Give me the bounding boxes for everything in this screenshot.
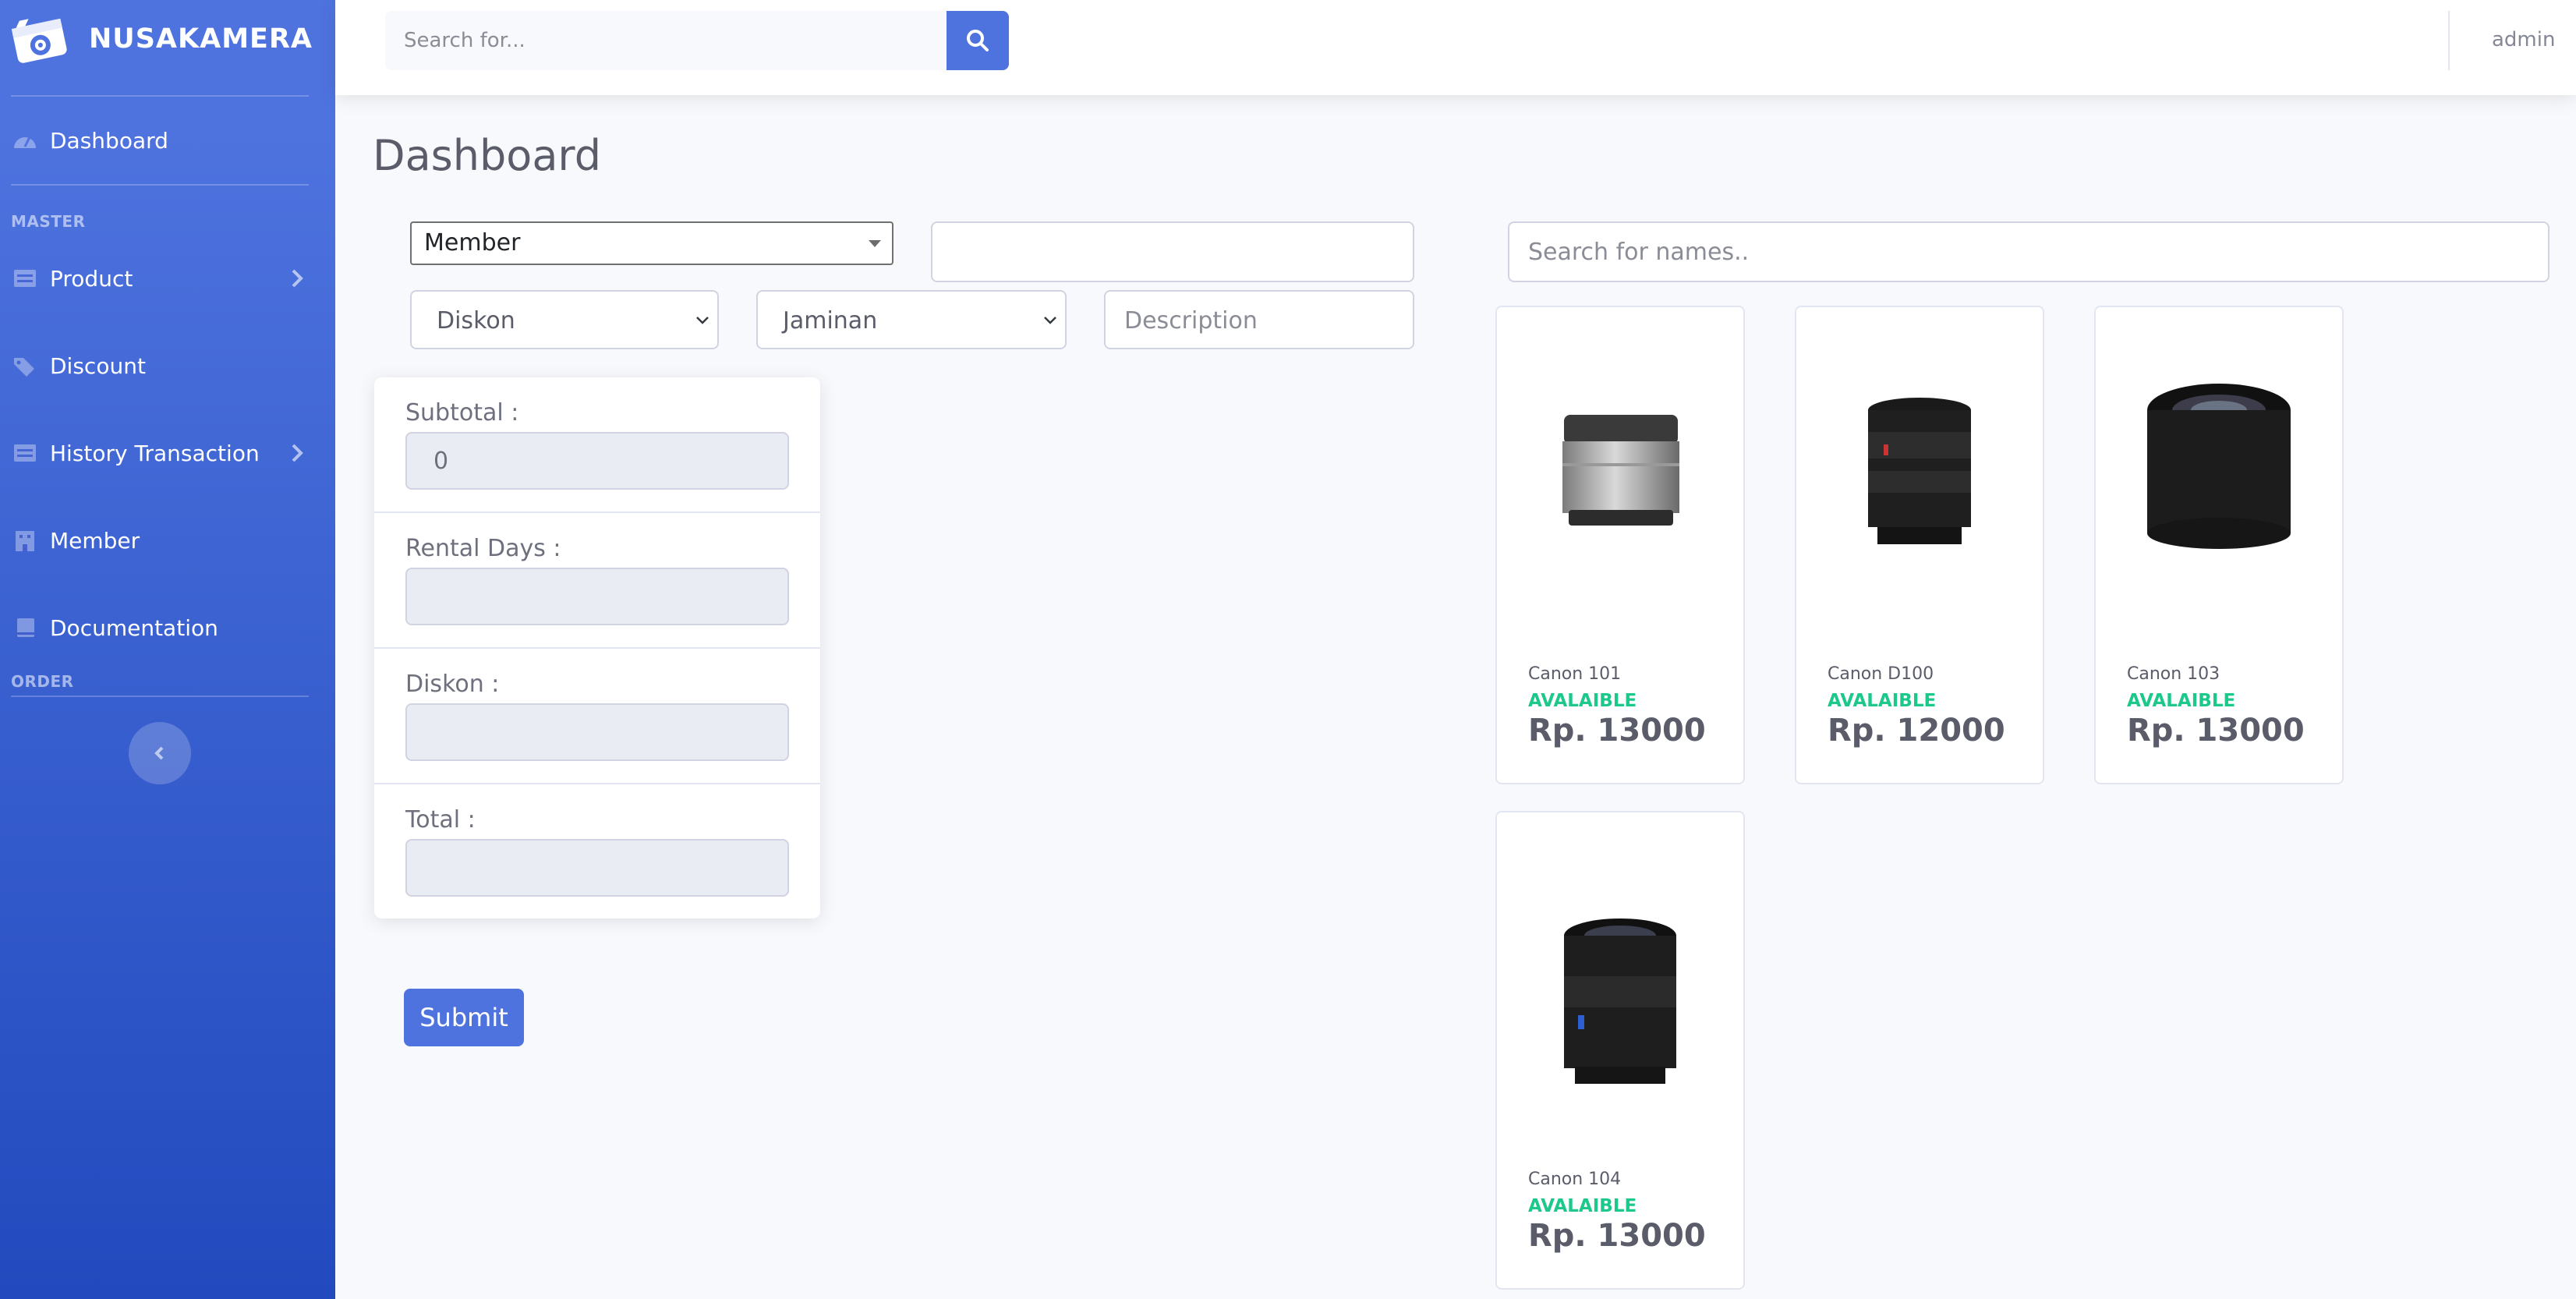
summary-card: Subtotal : 0 Rental Days : Diskon : Tota… bbox=[374, 377, 820, 919]
sidebar-item-product[interactable]: Product bbox=[0, 247, 335, 310]
chevron-right-icon bbox=[292, 269, 303, 288]
table-icon bbox=[14, 444, 36, 462]
topbar-search-button[interactable] bbox=[947, 11, 1009, 70]
product-name: Canon 101 bbox=[1528, 664, 1622, 684]
sidebar-item-label: History Transaction bbox=[50, 441, 260, 466]
sidebar-divider bbox=[11, 696, 309, 697]
diskon-select-value: Diskon bbox=[437, 307, 515, 334]
member-input[interactable] bbox=[931, 221, 1414, 282]
topbar-search-input[interactable] bbox=[385, 11, 970, 70]
page-title: Dashboard bbox=[373, 131, 601, 180]
topbar-divider bbox=[2448, 11, 2450, 70]
product-price: Rp. 13000 bbox=[1528, 713, 1706, 749]
product-image bbox=[1868, 398, 1971, 544]
sidebar-item-label: Discount bbox=[50, 353, 146, 379]
sidebar-toggle-button[interactable] bbox=[129, 722, 191, 784]
product-card[interactable]: Canon D100 AVALAIBLE Rp. 12000 bbox=[1795, 306, 2044, 784]
chevron-down-icon bbox=[696, 317, 709, 324]
sidebar-item-label: Dashboard bbox=[50, 128, 168, 154]
member-select[interactable]: Member bbox=[410, 221, 893, 265]
book-icon bbox=[17, 618, 34, 637]
sidebar-item-label: Member bbox=[50, 528, 140, 554]
total-field[interactable] bbox=[405, 839, 789, 897]
summary-divider bbox=[374, 647, 820, 649]
jaminan-select[interactable]: Jaminan bbox=[756, 290, 1067, 349]
tags-icon bbox=[14, 358, 34, 377]
sidebar-heading-master: MASTER bbox=[11, 212, 86, 231]
product-name: Canon D100 bbox=[1828, 664, 1934, 684]
rental-days-label: Rental Days : bbox=[405, 535, 561, 562]
description-placeholder: Description bbox=[1124, 307, 1258, 334]
caret-down-icon bbox=[869, 240, 881, 247]
angle-left-icon bbox=[154, 746, 164, 760]
sidebar-item-discount[interactable]: Discount bbox=[0, 334, 335, 397]
product-card[interactable]: Canon 103 AVALAIBLE Rp. 13000 bbox=[2094, 306, 2344, 784]
camera-icon bbox=[11, 18, 67, 63]
description-input[interactable]: Description bbox=[1104, 290, 1414, 349]
diskon-select[interactable]: Diskon bbox=[410, 290, 719, 349]
product-image bbox=[1564, 919, 1676, 1084]
product-status: AVALAIBLE bbox=[1828, 691, 1937, 711]
product-price: Rp. 13000 bbox=[2127, 713, 2305, 749]
sidebar-item-history-transaction[interactable]: History Transaction bbox=[0, 422, 335, 484]
product-image bbox=[1562, 415, 1679, 526]
product-price: Rp. 13000 bbox=[1528, 1218, 1706, 1254]
search-icon bbox=[967, 30, 989, 51]
product-status: AVALAIBLE bbox=[2127, 691, 2236, 711]
sidebar: NUSAKAMERA Dashboard MASTER Product Disc… bbox=[0, 0, 335, 1299]
building-icon bbox=[16, 531, 34, 551]
subtotal-label: Subtotal : bbox=[405, 399, 519, 427]
sidebar-heading-order: ORDER bbox=[11, 672, 74, 691]
subtotal-value: 0 bbox=[433, 448, 449, 475]
diskon-label: Diskon : bbox=[405, 671, 500, 698]
chevron-down-icon bbox=[1044, 317, 1056, 324]
user-menu[interactable]: admin bbox=[2492, 28, 2555, 51]
product-price: Rp. 12000 bbox=[1828, 713, 2005, 749]
sidebar-item-documentation[interactable]: Documentation bbox=[0, 596, 335, 659]
summary-divider bbox=[374, 511, 820, 513]
product-image bbox=[2147, 384, 2291, 549]
subtotal-field[interactable]: 0 bbox=[405, 432, 789, 490]
product-name: Canon 103 bbox=[2127, 664, 2220, 684]
chevron-right-icon bbox=[292, 444, 303, 462]
brand-name: NUSAKAMERA bbox=[89, 23, 313, 55]
product-card[interactable]: Canon 104 AVALAIBLE Rp. 13000 bbox=[1495, 811, 1745, 1290]
total-label: Total : bbox=[405, 806, 476, 834]
diskon-field[interactable] bbox=[405, 703, 789, 761]
table-icon bbox=[14, 270, 36, 287]
submit-button[interactable]: Submit bbox=[404, 989, 524, 1046]
product-status: AVALAIBLE bbox=[1528, 1196, 1637, 1216]
sidebar-divider bbox=[11, 184, 309, 186]
tachometer-icon bbox=[14, 136, 36, 148]
sidebar-item-dashboard[interactable]: Dashboard bbox=[0, 109, 335, 172]
sidebar-divider bbox=[11, 95, 309, 97]
jaminan-select-value: Jaminan bbox=[783, 307, 878, 334]
topbar: admin bbox=[335, 0, 2576, 95]
product-name: Canon 104 bbox=[1528, 1170, 1622, 1189]
sidebar-item-label: Product bbox=[50, 266, 133, 292]
product-search-input[interactable]: Search for names.. bbox=[1508, 221, 2549, 282]
summary-divider bbox=[374, 783, 820, 784]
sidebar-item-label: Documentation bbox=[50, 615, 218, 641]
rental-days-field[interactable] bbox=[405, 568, 789, 625]
product-status: AVALAIBLE bbox=[1528, 691, 1637, 711]
member-select-value: Member bbox=[424, 229, 521, 257]
brand[interactable]: NUSAKAMERA bbox=[0, 0, 335, 78]
sidebar-item-member[interactable]: Member bbox=[0, 509, 335, 572]
product-card[interactable]: Canon 101 AVALAIBLE Rp. 13000 bbox=[1495, 306, 1745, 784]
